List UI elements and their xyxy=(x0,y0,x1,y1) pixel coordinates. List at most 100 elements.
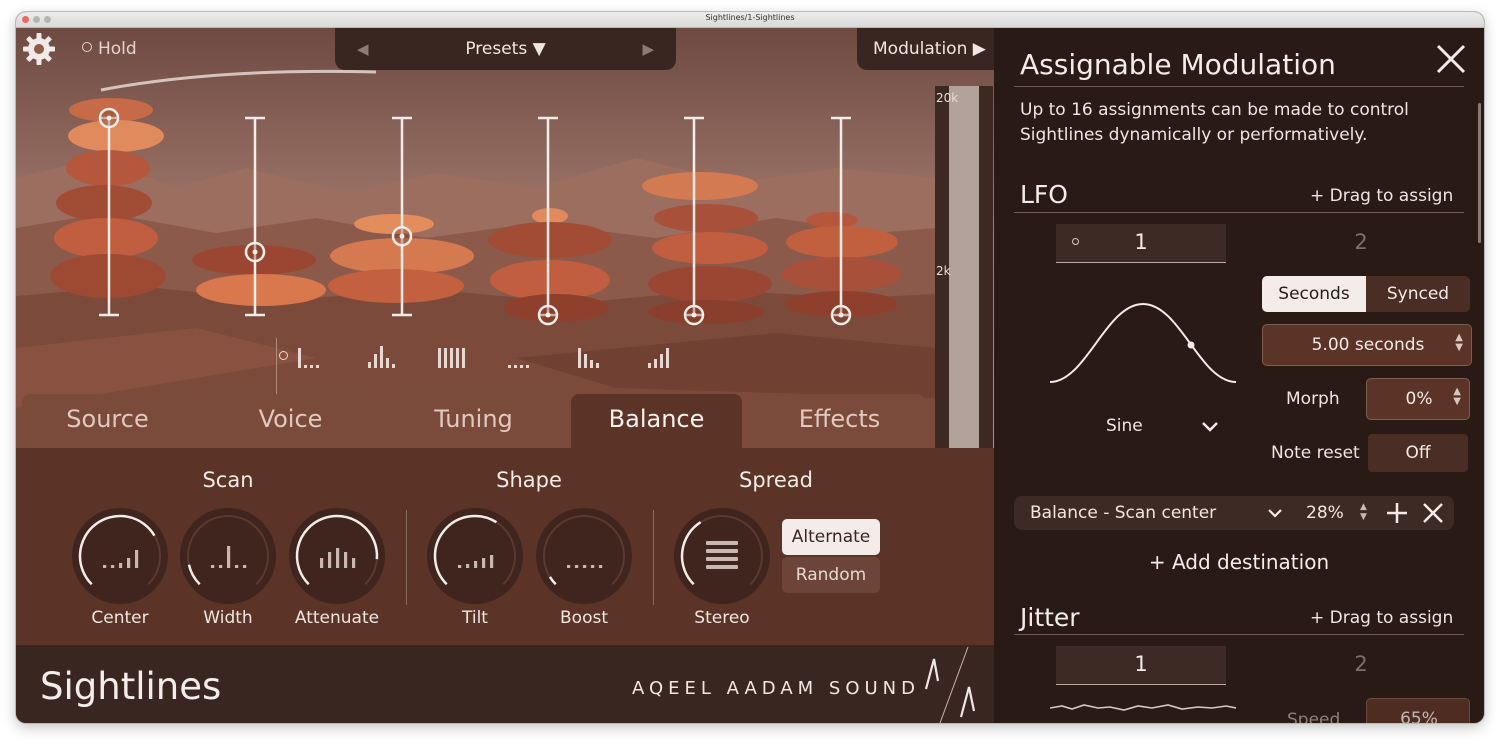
width-knob-value-arc xyxy=(187,564,201,586)
tab-tuning[interactable]: Tuning xyxy=(388,394,559,448)
lfo-waveform-label: Sine xyxy=(1106,416,1143,436)
balance-slider-5[interactable] xyxy=(683,116,705,326)
title-bar: Sightlines/1-Sightlines xyxy=(16,12,1484,28)
attenuate-knob[interactable] xyxy=(289,508,385,604)
lfo-sine-waveform-icon xyxy=(1049,302,1237,383)
center-knob[interactable] xyxy=(72,508,168,604)
attenuate-knob-art xyxy=(295,514,379,586)
destination-name[interactable]: Balance - Scan center xyxy=(1030,503,1216,523)
tab-balance[interactable]: Balance xyxy=(571,394,742,448)
hold-indicator-icon xyxy=(82,42,92,52)
width-knob-label: Width xyxy=(203,608,253,628)
waveform-chevron-down-icon[interactable] xyxy=(1200,420,1220,434)
group-divider xyxy=(653,510,654,605)
modulation-button[interactable]: Modulation ▶ xyxy=(857,28,994,70)
balance-slider-2[interactable] xyxy=(244,116,266,317)
boost-knob-value-arc xyxy=(548,576,557,586)
shape-group-title: Shape xyxy=(496,468,562,492)
jitter-speed-label: Speed xyxy=(1287,710,1341,723)
main-area: Hold ◀ Presets ▼ ▶ Modulation ▶ Source V… xyxy=(16,28,994,723)
footer: Sightlines AQEEL AADAM SOUND xyxy=(16,645,994,723)
pattern-4-icon[interactable] xyxy=(504,338,544,374)
lfo-rate-value: 5.00 seconds xyxy=(1311,335,1425,355)
balance-slider-1[interactable] xyxy=(98,107,120,317)
jitter-tab-1[interactable]: 1 xyxy=(1056,646,1226,685)
sliders-svg xyxy=(98,107,852,326)
morph-label: Morph xyxy=(1286,389,1340,409)
balance-slider-4[interactable] xyxy=(537,116,559,326)
tab-source[interactable]: Source xyxy=(22,394,193,448)
scan-group-title: Scan xyxy=(202,468,254,492)
stereo-knob-value-arc xyxy=(680,521,702,586)
add-icon[interactable] xyxy=(1386,502,1408,524)
note-reset-toggle[interactable]: Off xyxy=(1368,434,1468,472)
jitter-speed-field[interactable]: 65% xyxy=(1366,698,1470,723)
modulation-description: Up to 16 assignments can be made to cont… xyxy=(1020,100,1409,145)
stereo-knob-label: Stereo xyxy=(694,608,750,628)
pattern-1-icon[interactable] xyxy=(294,338,334,374)
plugin-window: Sightlines/1-Sightlines Hold ◀ Presets ▼… xyxy=(16,12,1484,723)
lfo-rate-field[interactable]: 5.00 seconds ▲ ▼ xyxy=(1262,324,1472,366)
maker-logo-icon xyxy=(924,646,976,723)
synced-mode-button[interactable]: Synced xyxy=(1366,276,1470,312)
pattern-selected-indicator-icon xyxy=(279,351,288,360)
note-reset-label: Note reset xyxy=(1271,443,1360,463)
tab-voice[interactable]: Voice xyxy=(205,394,376,448)
pattern-2-icon[interactable] xyxy=(364,338,404,374)
morph-field[interactable]: 0% ▲ ▼ xyxy=(1366,378,1470,420)
pattern-selector xyxy=(276,338,696,498)
group-divider xyxy=(406,510,407,605)
remove-destination-icon[interactable] xyxy=(1422,502,1444,524)
stereo-knob[interactable] xyxy=(674,508,770,604)
destination-amount[interactable]: 28% xyxy=(1306,503,1344,523)
next-preset-arrow-icon[interactable]: ▶ xyxy=(642,40,654,58)
tilt-knob-art xyxy=(433,514,516,586)
boost-knob[interactable] xyxy=(536,508,632,604)
tilt-knob[interactable] xyxy=(427,508,523,604)
morph-stepper-icon[interactable]: ▲ ▼ xyxy=(1453,387,1461,407)
balance-slider-6[interactable] xyxy=(830,116,852,326)
boost-knob-art xyxy=(543,515,625,586)
settings-gear-icon[interactable] xyxy=(22,32,56,66)
presets-bar: ◀ Presets ▼ ▶ xyxy=(335,28,676,70)
jitter-title: Jitter xyxy=(1020,603,1080,632)
meter-tick-20k: 20k xyxy=(936,91,959,105)
pattern-3-icon[interactable] xyxy=(434,338,474,374)
width-knob[interactable] xyxy=(180,508,276,604)
lfo-tab-1-label: 1 xyxy=(1134,230,1148,254)
close-icon[interactable] xyxy=(1434,42,1468,76)
lfo-active-indicator-icon xyxy=(1072,238,1079,245)
side-panel-scrollbar[interactable] xyxy=(1478,103,1481,243)
rate-stepper-icon[interactable]: ▲ ▼ xyxy=(1455,333,1463,353)
center-knob-art xyxy=(78,514,161,586)
pattern-5-icon[interactable] xyxy=(574,338,614,374)
lfo-title: LFO xyxy=(1020,180,1068,209)
landscape-scene: Hold ◀ Presets ▼ ▶ Modulation ▶ Source V… xyxy=(16,28,994,498)
seconds-mode-button[interactable]: Seconds xyxy=(1262,276,1366,312)
add-destination-button[interactable]: + Add destination xyxy=(994,550,1484,574)
destination-chevron-down-icon[interactable] xyxy=(1266,507,1284,519)
lfo-drag-to-assign[interactable]: + Drag to assign xyxy=(1310,186,1453,206)
center-knob-label: Center xyxy=(91,608,149,628)
random-button[interactable]: Random xyxy=(782,557,880,593)
balance-slider-3[interactable] xyxy=(391,116,413,317)
jitter-drag-to-assign[interactable]: + Drag to assign xyxy=(1310,608,1453,628)
balance-panel: Scan Shape Spread Center Width Attenuate… xyxy=(16,448,994,645)
lfo-tab-1[interactable]: 1 xyxy=(1056,224,1226,263)
attenuate-knob-label: Attenuate xyxy=(294,608,380,628)
center-knob-value-arc xyxy=(78,514,156,586)
tab-effects[interactable]: Effects xyxy=(754,394,925,448)
tilt-knob-label: Tilt xyxy=(462,608,488,628)
pattern-6-icon[interactable] xyxy=(644,338,684,374)
spread-group-title: Spread xyxy=(739,468,813,492)
hold-toggle[interactable]: Hold xyxy=(82,39,137,59)
alternate-button[interactable]: Alternate xyxy=(782,519,880,555)
amount-stepper-icon[interactable]: ▲ ▼ xyxy=(1360,502,1367,522)
pattern-divider xyxy=(276,338,277,370)
presets-menu-button[interactable]: Presets ▼ xyxy=(335,39,676,59)
lfo-tab-2[interactable]: 2 xyxy=(1276,224,1446,262)
section-tabs: Source Voice Tuning Balance Effects xyxy=(22,394,932,448)
jitter-tab-2[interactable]: 2 xyxy=(1276,646,1446,684)
modulation-label: Modulation ▶ xyxy=(873,39,986,59)
product-name: Sightlines xyxy=(40,665,222,708)
